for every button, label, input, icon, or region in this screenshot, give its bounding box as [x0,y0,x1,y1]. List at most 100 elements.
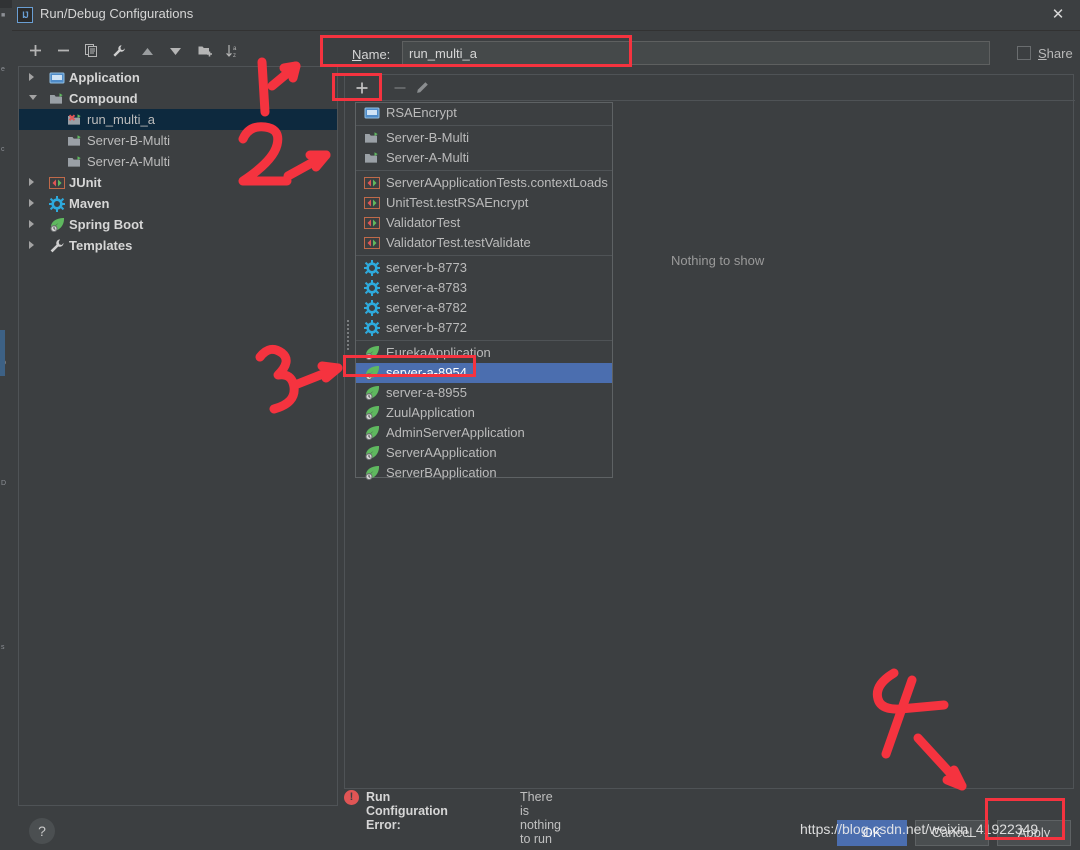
close-icon[interactable]: ✕ [1036,0,1080,30]
popup-item-server-a-8783[interactable]: server-a-8783 [356,278,612,298]
popup-item-label: UnitTest.testRSAEncrypt [386,195,529,210]
tree-item-label: Application [69,70,140,85]
spring-boot-icon [365,446,380,461]
chevron-right-icon[interactable] [29,199,34,207]
wrench-icon [50,239,64,253]
tree-item-label: Server-A-Multi [87,154,171,169]
popup-item-server-b-8773[interactable]: server-b-8773 [356,258,612,278]
popup-item-validatortest[interactable]: ValidatorTest [356,213,612,233]
popup-item-label: server-a-8783 [386,280,467,295]
configurations-tree-panel[interactable]: Application Compound run_multi_a Server-B-M… [18,66,338,806]
popup-item-server-a-8955[interactable]: server-a-8955 [356,383,612,403]
spring-boot-icon [364,345,380,361]
spring-boot-icon [50,218,65,233]
popup-item-label: server-a-8954 [386,365,467,380]
maven-icon [49,196,65,212]
popup-item-server-b-multi[interactable]: Server-B-Multi [356,128,612,148]
configurations-tree[interactable]: Application Compound run_multi_a Server-B-M… [19,67,337,256]
spring-boot-icon [49,217,65,233]
tree-item-maven[interactable]: Maven [19,193,337,214]
compound-icon [49,91,65,107]
popup-item-validatortest-testvalidate[interactable]: ValidatorTest.testValidate [356,233,612,253]
chevron-right-icon[interactable] [29,241,34,249]
popup-item-eurekaapplication[interactable]: EurekaApplication [356,343,612,363]
maven-icon [364,280,380,296]
wrench-icon [49,238,65,254]
popup-item-label: server-a-8955 [386,385,467,400]
tree-item-compound[interactable]: Compound [19,88,337,109]
popup-item-server-a-multi[interactable]: Server-A-Multi [356,148,612,168]
spring-boot-icon [364,385,380,401]
svg-text:z: z [233,53,236,58]
popup-item-serveraapplicationtests-contextloads[interactable]: ServerAApplicationTests.contextLoads [356,173,612,193]
popup-item-adminserverapplication[interactable]: AdminServerApplication [356,423,612,443]
compound-icon [67,154,83,170]
popup-divider [356,255,612,256]
spring-boot-icon [364,425,380,441]
name-label: Name: [352,47,390,62]
popup-item-unittest-testrsaencrypt[interactable]: UnitTest.testRSAEncrypt [356,193,612,213]
popup-item-label: ServerAApplication [386,445,497,460]
popup-item-label: RSAEncrypt [386,105,457,120]
chevron-right-icon[interactable] [29,178,34,186]
tree-item-junit[interactable]: JUnit [19,172,337,193]
maven-icon [364,300,380,316]
compound-icon [68,135,81,146]
popup-item-label: AdminServerApplication [386,425,525,440]
tree-item-spring-boot[interactable]: Spring Boot [19,214,337,235]
name-input[interactable] [402,41,990,65]
junit-icon [364,235,380,251]
application-icon [364,107,380,119]
remove-configuration-button[interactable] [52,40,74,64]
popup-item-server-a-8782[interactable]: server-a-8782 [356,298,612,318]
tree-item-templates[interactable]: Templates [19,235,337,256]
junit-icon [364,195,380,211]
tree-item-label: Maven [69,196,110,211]
popup-item-label: ZuulApplication [386,405,475,420]
junit-icon [364,177,380,189]
chevron-right-icon[interactable] [29,73,34,81]
add-configuration-button[interactable] [24,40,46,64]
tree-item-server-b-multi[interactable]: Server-B-Multi [19,130,337,151]
error-title: Run Configuration Error: [366,790,448,832]
compound-icon [365,132,378,143]
popup-item-rsaencrypt[interactable]: RSAEncrypt [356,103,612,123]
popup-item-serveraapplication[interactable]: ServerAApplication [356,443,612,463]
popup-list[interactable]: RSAEncrypt Server-B-Multi Server-A-Multi Se… [356,103,612,483]
spring-boot-icon [365,426,380,441]
new-folder-button[interactable] [194,40,216,64]
popup-item-serverbapplication[interactable]: ServerBApplication [356,463,612,483]
background-ide-strip: ■ e c D D s [0,0,12,850]
popup-item-server-a-8954[interactable]: server-a-8954 [356,363,612,383]
move-down-button[interactable] [164,40,186,64]
popup-item-label: Server-B-Multi [386,130,470,145]
application-icon [364,105,380,121]
move-up-button[interactable] [136,40,158,64]
compound-icon [50,93,63,104]
popup-item-zuulapplication[interactable]: ZuulApplication [356,403,612,423]
sort-button[interactable]: a z [222,40,244,64]
popup-item-label: server-a-8782 [386,300,467,315]
spring-boot-icon [365,406,380,421]
maven-icon [364,280,380,296]
name-label-rest: ame: [361,47,391,62]
share-checkbox[interactable] [1017,46,1031,60]
tree-item-application[interactable]: Application [19,67,337,88]
spring-boot-icon [364,365,380,381]
chevron-down-icon[interactable] [29,95,37,100]
popup-item-label: ServerAApplicationTests.contextLoads [386,175,608,190]
edit-defaults-wrench-icon[interactable] [108,40,130,64]
maven-icon [364,260,380,276]
copy-configuration-button[interactable] [80,40,102,64]
spring-boot-icon [365,366,380,381]
tree-item-run-multi-a[interactable]: run_multi_a [19,109,337,130]
help-button[interactable]: ? [29,818,55,844]
add-item-popup-menu[interactable]: RSAEncrypt Server-B-Multi Server-A-Multi Se… [347,102,613,481]
popup-divider [356,170,612,171]
spring-boot-icon [365,386,380,401]
chevron-right-icon[interactable] [29,220,34,228]
popup-item-server-b-8772[interactable]: server-b-8772 [356,318,612,338]
tree-item-server-a-multi[interactable]: Server-A-Multi [19,151,337,172]
add-item-button[interactable] [347,76,377,100]
spring-boot-icon [364,445,380,461]
